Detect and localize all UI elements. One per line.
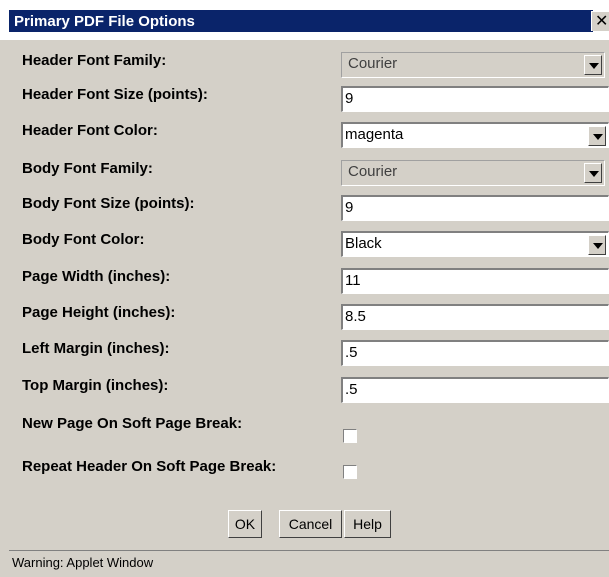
status-bar: Warning: Applet Window [9, 550, 609, 577]
page-height-input[interactable]: 8.5 [341, 304, 609, 330]
header-font-color-label: Header Font Color: [22, 122, 158, 139]
left-margin-input[interactable]: .5 [341, 340, 609, 366]
close-icon: ✕ [595, 13, 609, 30]
page-height-label: Page Height (inches): [22, 304, 176, 321]
header-font-size-input[interactable]: 9 [341, 86, 609, 112]
new-page-soft-break-checkbox[interactable] [343, 429, 357, 443]
new-page-soft-break-label: New Page On Soft Page Break: [22, 415, 243, 432]
body-font-family-label: Body Font Family: [22, 160, 153, 177]
header-font-family-value: Courier [348, 55, 398, 72]
ok-button[interactable]: OK [228, 510, 262, 538]
chevron-down-icon[interactable] [588, 235, 606, 255]
header-font-color-value: magenta [345, 126, 404, 143]
pdf-options-dialog: Primary PDF File Options ✕ Header Font F… [0, 0, 609, 577]
close-button[interactable]: ✕ [591, 11, 609, 31]
page-width-label: Page Width (inches): [22, 268, 171, 285]
top-margin-input[interactable]: .5 [341, 377, 609, 403]
header-font-color-select[interactable]: magenta [341, 122, 609, 148]
left-margin-label: Left Margin (inches): [22, 340, 170, 357]
repeat-header-soft-break-checkbox[interactable] [343, 465, 357, 479]
help-button[interactable]: Help [344, 510, 391, 538]
body-font-color-select[interactable]: Black [341, 231, 609, 257]
title-bar: Primary PDF File Options ✕ [0, 0, 609, 40]
top-margin-label: Top Margin (inches): [22, 377, 169, 394]
body-font-family-select[interactable]: Courier [341, 160, 605, 186]
body-font-color-value: Black [345, 235, 382, 252]
body-font-color-label: Body Font Color: [22, 231, 145, 248]
chevron-down-icon[interactable] [584, 55, 602, 75]
header-font-size-label: Header Font Size (points): [22, 86, 208, 103]
body-font-size-input[interactable]: 9 [341, 195, 609, 221]
header-font-family-select[interactable]: Courier [341, 52, 605, 78]
body-font-size-label: Body Font Size (points): [22, 195, 195, 212]
body-font-family-value: Courier [348, 163, 398, 180]
chevron-down-icon[interactable] [588, 126, 606, 146]
header-font-family-label: Header Font Family: [22, 52, 167, 69]
chevron-down-icon[interactable] [584, 163, 602, 183]
repeat-header-soft-break-label: Repeat Header On Soft Page Break: [22, 458, 277, 475]
dialog-body: Header Font Family: Courier Header Font … [9, 40, 609, 577]
dialog-title: Primary PDF File Options [14, 13, 195, 30]
cancel-button[interactable]: Cancel [279, 510, 342, 538]
page-width-input[interactable]: 11 [341, 268, 609, 294]
